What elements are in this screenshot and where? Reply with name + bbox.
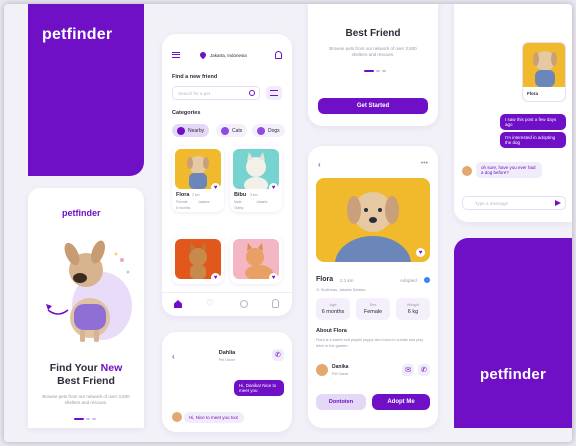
filter-icon <box>270 90 278 96</box>
menu-icon[interactable] <box>172 52 180 58</box>
pager-dots <box>74 418 96 420</box>
heart-icon[interactable]: ♥ <box>269 183 278 192</box>
shared-pet-name: Flora <box>527 91 539 96</box>
category-cats[interactable]: Cats <box>216 124 248 137</box>
partial-subtitle: Browse pets from our network of over 3,5… <box>329 46 417 57</box>
onboarding-subtitle: Browse pets from our network of over 3,5… <box>42 394 130 405</box>
pet-card-kitten[interactable]: ♥ <box>230 236 282 284</box>
about-text: Flora is a sweet and playful puppy who l… <box>316 338 424 348</box>
onboarding-screen-partial: Best Friend Browse pets from our network… <box>308 4 438 126</box>
chat-message-in: oh sure, have you ever had a dog before? <box>476 162 542 178</box>
stat-sex: Sex Female <box>356 298 390 320</box>
pet-card-cat[interactable]: ♥ <box>172 236 224 284</box>
message-input-box[interactable]: Type a message <box>462 196 566 210</box>
home-icon[interactable] <box>174 300 182 308</box>
pet-status: Adopted <box>400 278 417 283</box>
onboarding-screen: petfinder Find Your New Best Friend Brow… <box>28 188 144 428</box>
pet-age: 6 months <box>176 206 191 210</box>
phone-icon[interactable]: ✆ <box>272 349 284 361</box>
more-icon[interactable]: ••• <box>421 160 428 167</box>
heart-icon[interactable]: ♥ <box>416 248 425 257</box>
onboarding-title: Find Your New Best Friend <box>49 362 123 387</box>
phone-icon[interactable]: ✆ <box>418 364 430 376</box>
chat-message-out-2: I'm interested in adopting the dog <box>500 132 566 148</box>
message-input[interactable]: Type a message <box>475 201 508 206</box>
adopt-button[interactable]: Adopt Me <box>372 394 430 410</box>
send-icon[interactable] <box>555 200 561 206</box>
get-started-button[interactable]: Get Started <box>318 98 428 114</box>
pet-gender: Female <box>176 200 188 204</box>
chat-message-in: Hi, Nice to meet you too! <box>184 412 244 423</box>
pet-gender: Male <box>234 200 242 204</box>
heart-icon[interactable]: ♥ <box>211 273 220 282</box>
chat-message-out-1: I saw this post a few days ago <box>500 114 566 130</box>
heart-icon[interactable]: ♥ <box>269 273 278 282</box>
chat-screen-right: Flora I saw this post a few days ago I'm… <box>454 4 572 222</box>
pet-hero-photo: ♥ <box>316 178 430 262</box>
category-dogs[interactable]: Dogs <box>252 124 285 137</box>
bottom-nav: ♡ <box>162 292 292 316</box>
shared-post: Flora <box>522 42 566 102</box>
home-screen: Jakarta, Indonesia Find a new friend Sea… <box>162 34 292 316</box>
pet-distance: 2.1 km <box>340 278 354 283</box>
chat-icon[interactable]: ✉ <box>402 364 414 376</box>
filter-button[interactable] <box>266 86 282 100</box>
stat-age: Age 6 months <box>316 298 350 320</box>
find-label: Find a new friend <box>172 74 218 80</box>
pet-name: Flora <box>316 276 334 283</box>
brand-logo: petfinder <box>42 26 113 43</box>
pet-card-bibu[interactable]: ♥ Bibu 3 km Male Jakarta Tabby <box>230 146 282 212</box>
bell-icon[interactable] <box>275 51 282 59</box>
chat-icon[interactable] <box>240 300 248 308</box>
category-nearby[interactable]: Nearby <box>172 124 210 137</box>
back-icon[interactable]: ‹ <box>318 160 321 169</box>
location-label: Jakarta, Indonesia <box>210 53 247 58</box>
owner-name: Danika <box>332 364 349 370</box>
location-icon <box>198 50 208 60</box>
brand-logo-large: petfinder <box>480 366 546 383</box>
pet-card-flora[interactable]: ♥ Flora 2 km Female Jakarta 6 months <box>172 146 224 212</box>
heart-icon[interactable]: ♥ <box>211 183 220 192</box>
search-icon[interactable] <box>249 90 255 96</box>
pet-name: Flora <box>176 192 190 198</box>
chat-screen-small: ‹ Dahlia Pet Owner ✆ Hi, Danika! Nice to… <box>162 332 292 432</box>
pet-distance: 2 km <box>192 193 200 197</box>
onboarding-logo: petfinder <box>62 208 101 218</box>
cat-icon <box>221 126 229 135</box>
dog-icon <box>257 126 265 135</box>
search-box[interactable]: Search for a pet <box>172 86 260 100</box>
verified-icon <box>424 277 430 283</box>
pet-detail-screen: ‹ ••• ♥ Flora 2.1 km Adopted Jl. Sudirma… <box>308 146 438 428</box>
brand-panel-bottom: petfinder <box>454 238 572 428</box>
avatar <box>462 166 472 176</box>
pet-location: Jakarta <box>198 200 210 204</box>
avatar <box>172 412 182 422</box>
pager-dots <box>364 70 386 72</box>
categories-label: Categories <box>172 110 201 116</box>
user-icon[interactable] <box>272 299 279 308</box>
search-input[interactable]: Search for a pet <box>178 91 210 96</box>
pet-location: Jakarta <box>256 200 268 204</box>
pet-address: Jl. Sudirman, Jakarta Selatan <box>316 288 366 292</box>
secondary-button[interactable]: Dontoten <box>316 394 366 410</box>
partial-title: Best Friend <box>345 28 401 39</box>
stat-weight: Weight 6 kg <box>396 298 430 320</box>
nearby-icon <box>177 126 185 135</box>
pet-name: Bibu <box>234 192 247 198</box>
owner-role: Pet Owner <box>332 372 349 376</box>
dog-illustration <box>46 240 132 342</box>
heart-nav-icon[interactable]: ♡ <box>206 298 214 309</box>
title-highlight: New <box>100 362 123 374</box>
about-label: About Flora <box>316 328 347 334</box>
chat-message-out: Hi, Danika! Nice to meet you <box>234 380 284 396</box>
showcase-frame: petfinder petfinder Find Your New Best F… <box>4 4 572 442</box>
brand-panel-top: petfinder <box>28 4 144 176</box>
pet-breed: Tabby <box>234 206 244 210</box>
owner-avatar <box>316 364 328 376</box>
pet-distance: 3 km <box>250 193 258 197</box>
